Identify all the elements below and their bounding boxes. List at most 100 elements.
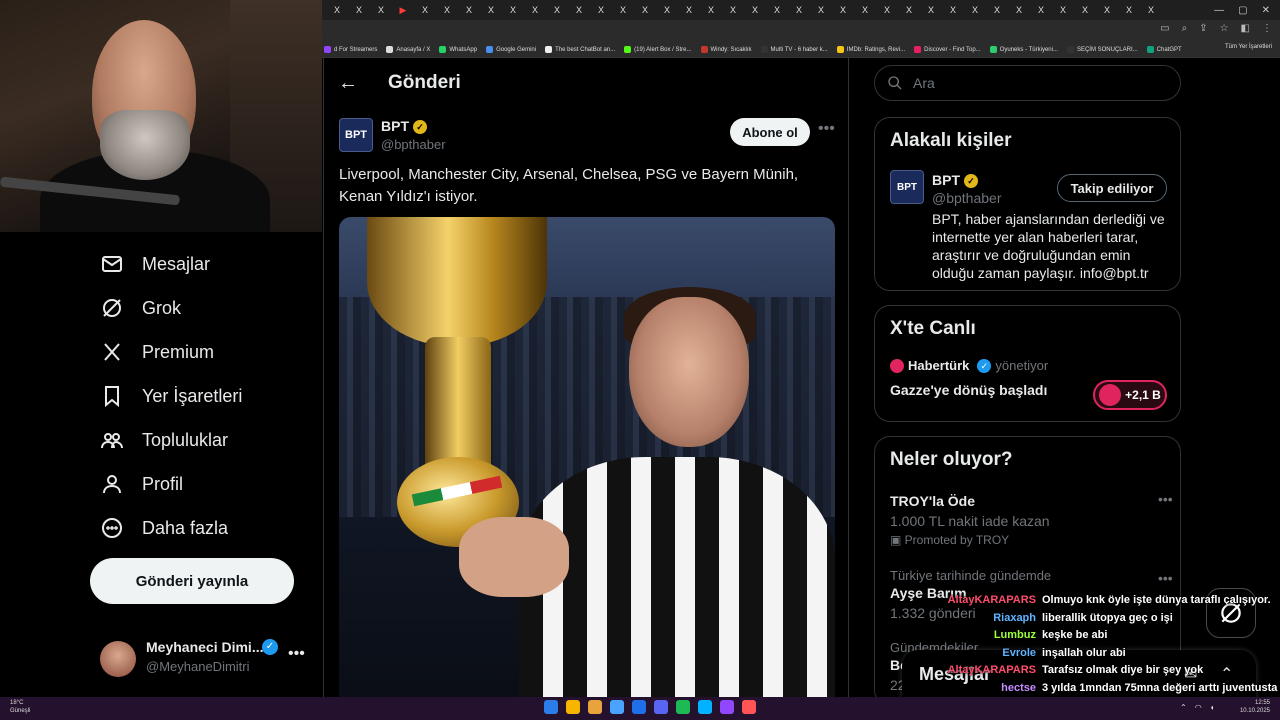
bookmark-item[interactable]: (19) Alert Box / Stre... bbox=[624, 46, 692, 53]
browser-tab[interactable]: X bbox=[986, 2, 1008, 18]
following-button[interactable]: Takip ediliyor bbox=[1057, 174, 1167, 202]
browser-tab[interactable]: X bbox=[370, 2, 392, 18]
post-image[interactable] bbox=[339, 217, 835, 697]
post-author-name[interactable]: BPT ✓ bbox=[381, 118, 427, 135]
taskbar-app-icon[interactable] bbox=[566, 700, 580, 714]
browser-tab[interactable]: X bbox=[722, 2, 744, 18]
browser-tab[interactable]: X bbox=[612, 2, 634, 18]
related-handle[interactable]: @bpthaber bbox=[932, 190, 1001, 206]
browser-tab[interactable]: X bbox=[1074, 2, 1096, 18]
nav-item-topluluklar[interactable]: Topluluklar bbox=[100, 428, 228, 452]
related-name[interactable]: BPT ✓ bbox=[932, 172, 978, 189]
browser-tab-strip[interactable]: X X X ▶ X X X X X X X X X X X X X X X X X X X X X X X X X X X X X X X X X X bbox=[322, 0, 1280, 20]
weather-widget[interactable]: 18°C Güneşli bbox=[10, 699, 30, 715]
post-button[interactable]: Gönderi yayınla bbox=[90, 558, 294, 604]
cast-icon[interactable]: ▭ bbox=[1160, 23, 1169, 34]
account-switcher[interactable]: Meyhaneci Dimi... ✓ @MeyhaneDimitri ••• bbox=[100, 637, 310, 677]
bookmark-item[interactable]: Oyuneks - Türkiyeni... bbox=[989, 46, 1058, 53]
browser-tab[interactable]: X bbox=[766, 2, 788, 18]
taskbar-app-icon[interactable] bbox=[742, 700, 756, 714]
browser-tab[interactable]: X bbox=[1052, 2, 1074, 18]
browser-tab[interactable]: X bbox=[502, 2, 524, 18]
zoom-icon[interactable]: ⌕ bbox=[1182, 23, 1188, 34]
nav-item-profil[interactable]: Profil bbox=[100, 472, 183, 496]
browser-tab[interactable]: X bbox=[832, 2, 854, 18]
system-tray[interactable]: ⌃ ◠ ◖ bbox=[1180, 703, 1215, 712]
minimize-icon[interactable]: — bbox=[1214, 5, 1224, 16]
browser-tab[interactable]: X bbox=[1096, 2, 1118, 18]
close-icon[interactable]: ✕ bbox=[1262, 5, 1270, 16]
browser-tab[interactable]: X bbox=[942, 2, 964, 18]
browser-tab[interactable]: X bbox=[524, 2, 546, 18]
taskbar-app-icon[interactable] bbox=[654, 700, 668, 714]
nav-item-mesajlar[interactable]: Mesajlar bbox=[100, 252, 210, 276]
live-listener-count[interactable]: +2,1 B bbox=[1093, 380, 1167, 410]
taskbar-app-icon[interactable] bbox=[720, 700, 734, 714]
browser-tab[interactable]: X bbox=[678, 2, 700, 18]
bookmark-item[interactable]: ChatGPT bbox=[1146, 46, 1182, 53]
browser-tab[interactable]: X bbox=[436, 2, 458, 18]
more-dots-icon[interactable]: ••• bbox=[288, 645, 305, 663]
taskbar-app-icon[interactable] bbox=[676, 700, 690, 714]
taskbar-app-icon[interactable] bbox=[610, 700, 624, 714]
browser-tab[interactable]: X bbox=[744, 2, 766, 18]
bookmark-item[interactable]: IMDb: Ratings, Revi... bbox=[836, 46, 905, 53]
bookmark-item[interactable]: d For Streamers bbox=[324, 46, 377, 53]
bookmark-item[interactable]: The best ChatBot an... bbox=[545, 46, 615, 53]
bookmark-item[interactable]: Discover - Find Top... bbox=[914, 46, 981, 53]
browser-tab[interactable]: X bbox=[788, 2, 810, 18]
browser-tab[interactable]: X bbox=[546, 2, 568, 18]
browser-tab[interactable]: X bbox=[964, 2, 986, 18]
chevron-up-icon[interactable]: ⌃ bbox=[1180, 703, 1187, 712]
browser-toolbar-icons[interactable]: ▭ ⌕ ⇪ ☆ ◧ ⋮ bbox=[1160, 23, 1272, 34]
browser-tab[interactable]: X bbox=[920, 2, 942, 18]
address-bar[interactable] bbox=[322, 20, 1280, 42]
taskbar-app-icon[interactable] bbox=[544, 700, 558, 714]
related-avatar[interactable]: BPT bbox=[890, 170, 924, 204]
browser-tab[interactable]: X bbox=[700, 2, 722, 18]
nav-item-daha-fazla[interactable]: Daha fazla bbox=[100, 516, 228, 540]
browser-tab[interactable]: X bbox=[1118, 2, 1140, 18]
browser-tab[interactable]: X bbox=[854, 2, 876, 18]
browser-tab[interactable]: X bbox=[1008, 2, 1030, 18]
browser-tab[interactable]: X bbox=[656, 2, 678, 18]
volume-icon[interactable]: ◖ bbox=[1210, 703, 1215, 712]
post-more-icon[interactable]: ••• bbox=[818, 120, 835, 138]
share-icon[interactable]: ⇪ bbox=[1199, 23, 1207, 34]
bookmark-item[interactable]: Windy: Sıcaklık bbox=[700, 46, 752, 53]
bookmark-item[interactable]: SEÇİM SONUÇLARI... bbox=[1066, 46, 1138, 53]
taskbar-app-icon[interactable] bbox=[632, 700, 646, 714]
post-author-handle[interactable]: @bpthaber bbox=[381, 137, 446, 152]
taskbar-app-icon[interactable] bbox=[588, 700, 602, 714]
trend-more-icon[interactable]: ••• bbox=[1158, 491, 1173, 507]
search-field[interactable]: Ara bbox=[874, 65, 1181, 101]
maximize-icon[interactable]: ▢ bbox=[1238, 5, 1247, 16]
subscribe-button[interactable]: Abone ol bbox=[730, 118, 810, 146]
back-arrow-icon[interactable]: ← bbox=[338, 72, 358, 95]
browser-tab[interactable]: X bbox=[480, 2, 502, 18]
star-icon[interactable]: ☆ bbox=[1220, 23, 1229, 34]
taskbar-app-icon[interactable] bbox=[698, 700, 712, 714]
browser-tab[interactable]: X bbox=[326, 2, 348, 18]
browser-tab[interactable]: X bbox=[568, 2, 590, 18]
browser-tab[interactable]: ▶ bbox=[392, 2, 414, 18]
bookmark-item[interactable]: Anasayfa / X bbox=[386, 46, 430, 53]
browser-tab[interactable]: X bbox=[634, 2, 656, 18]
live-card[interactable]: X'te Canlı Habertürk ✓ yönetiyor Gazze'y… bbox=[874, 305, 1181, 422]
all-bookmarks[interactable]: Tüm Yer İşaretleri bbox=[1225, 44, 1272, 50]
menu-icon[interactable]: ⋮ bbox=[1262, 23, 1272, 34]
nav-item-yer-i-şaretleri[interactable]: Yer İşaretleri bbox=[100, 384, 242, 408]
browser-tab[interactable]: X bbox=[876, 2, 898, 18]
bookmark-item[interactable]: Google Gemini bbox=[486, 46, 536, 53]
bookmark-item[interactable]: WhatsApp bbox=[439, 46, 477, 53]
browser-tab[interactable]: X bbox=[1140, 2, 1162, 18]
trend-item[interactable]: TROY'la Öde 1.000 TL nakit iade kazan ▣ … bbox=[890, 491, 1160, 547]
bookmark-item[interactable]: Multi TV - 6 haber k... bbox=[760, 46, 828, 53]
browser-tab[interactable]: X bbox=[590, 2, 612, 18]
window-controls[interactable]: — ▢ ✕ bbox=[1214, 0, 1280, 20]
browser-tab[interactable]: X bbox=[810, 2, 832, 18]
post-author-avatar[interactable]: BPT bbox=[339, 118, 373, 152]
browser-tab[interactable]: X bbox=[1030, 2, 1052, 18]
nav-item-premium[interactable]: Premium bbox=[100, 340, 214, 364]
clock[interactable]: 12:55 10.10.2025 bbox=[1240, 699, 1270, 715]
